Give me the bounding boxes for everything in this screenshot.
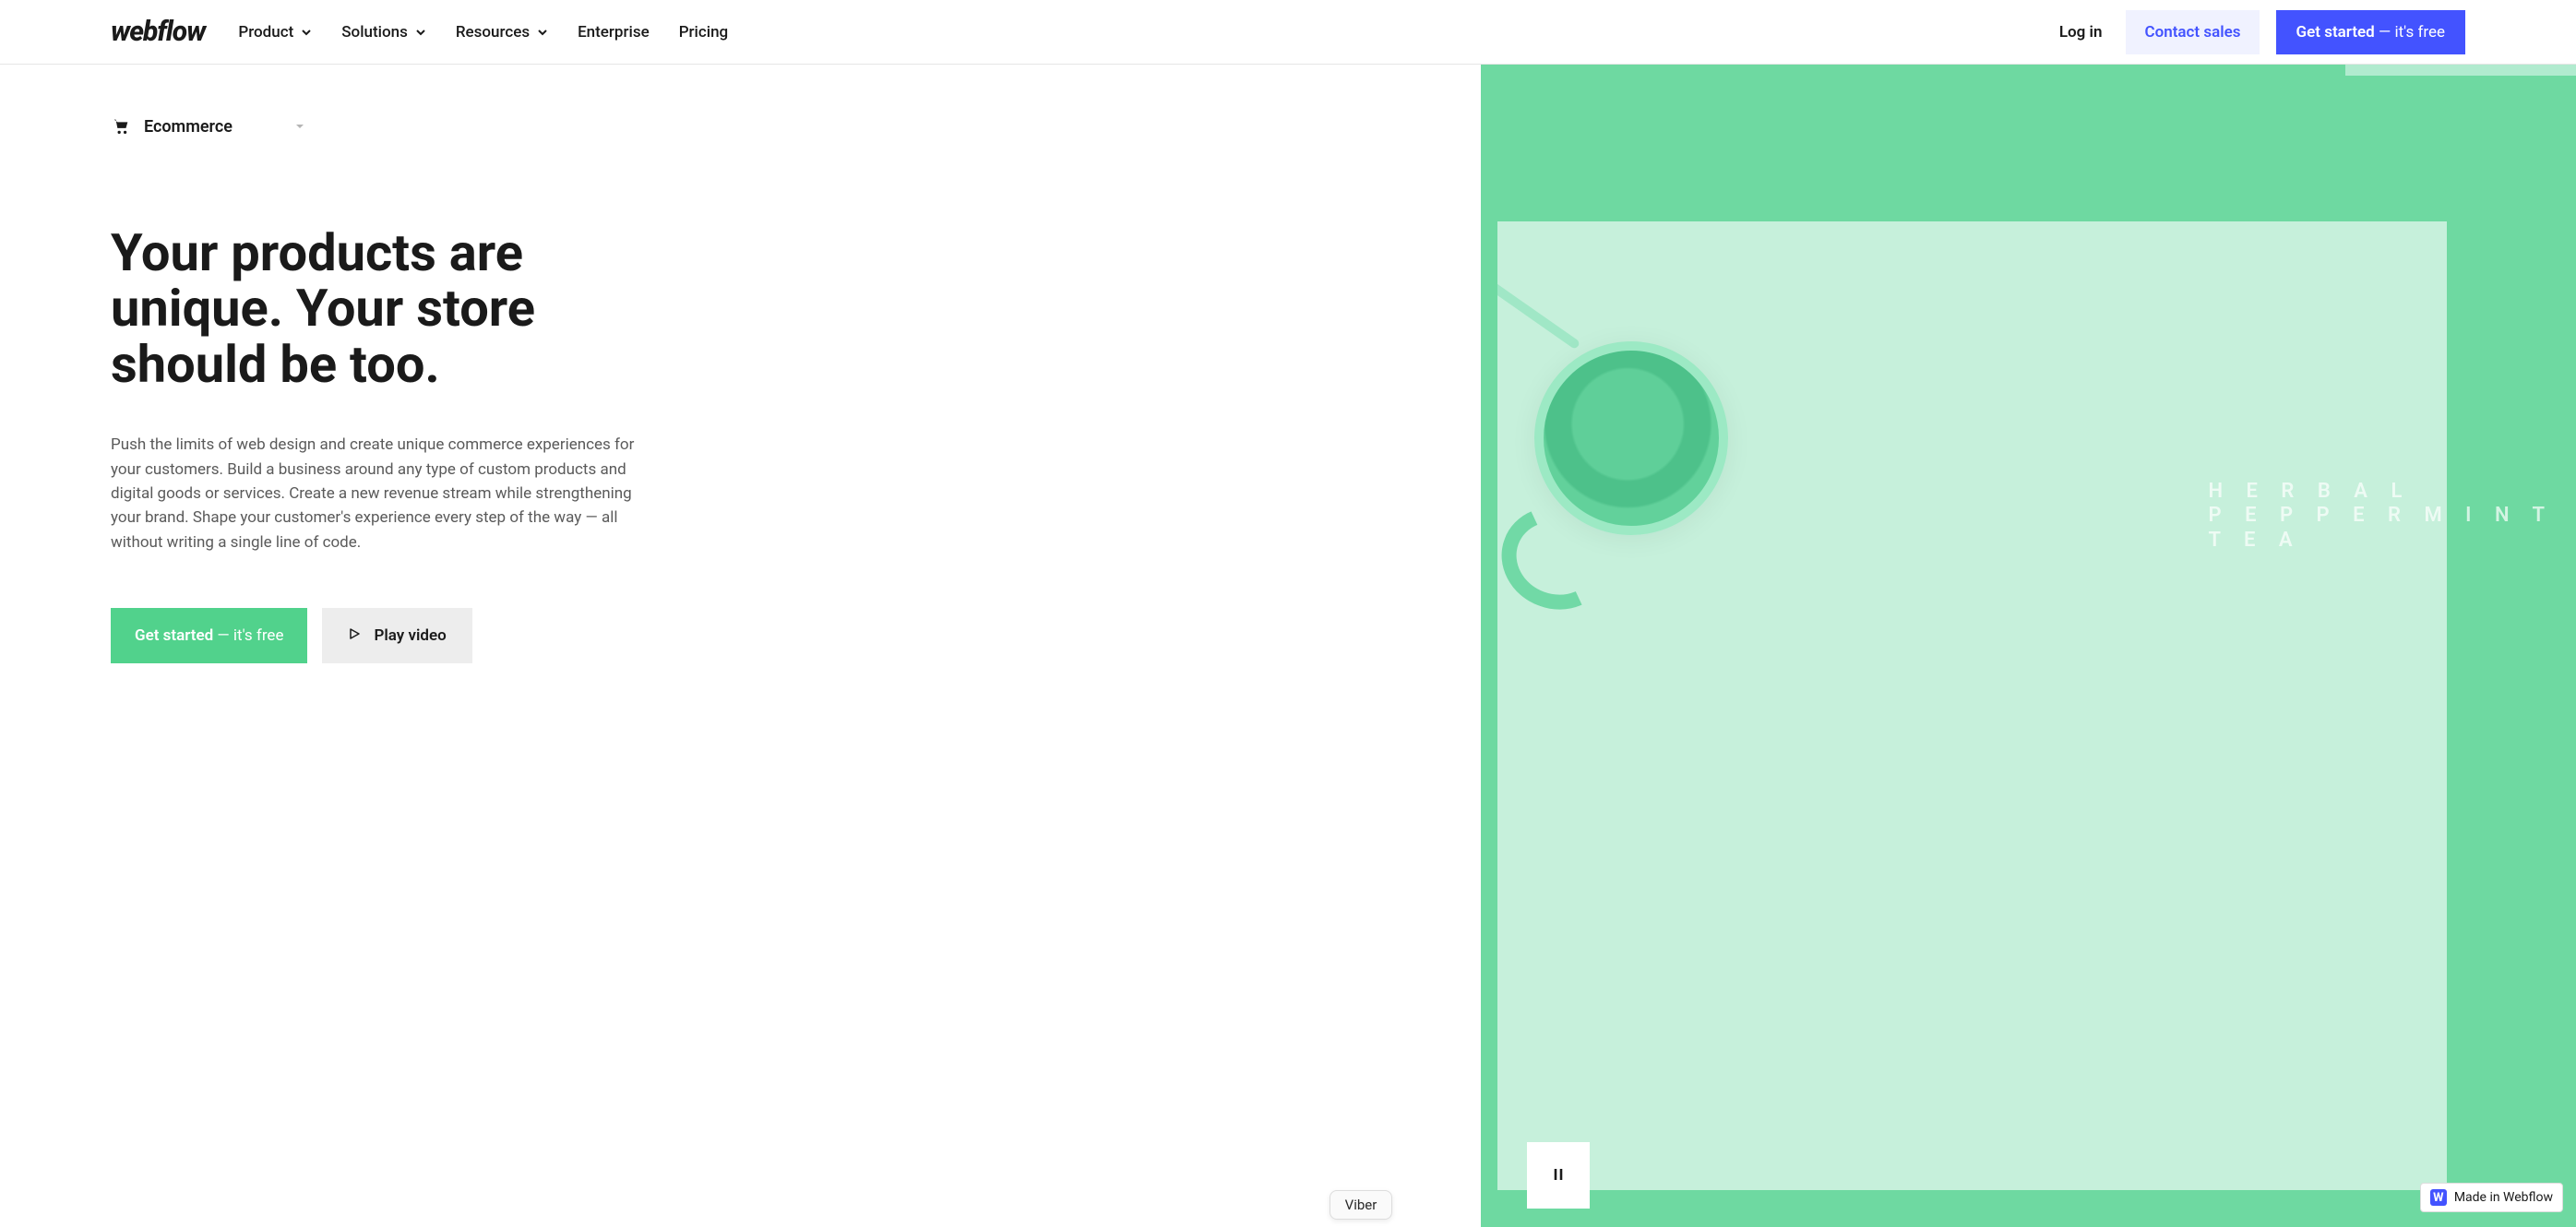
login-link[interactable]: Log in — [2052, 14, 2110, 51]
spoon-graphic — [1497, 268, 1580, 350]
viber-tooltip: Viber — [1330, 1190, 1393, 1220]
webflow-badge-icon: W — [2430, 1189, 2447, 1206]
chevron-down-icon — [301, 27, 312, 38]
logo[interactable]: webflow — [111, 16, 205, 48]
made-in-webflow-badge[interactable]: W Made in Webflow — [2420, 1183, 2563, 1212]
cta-row: Get started — it's free Play video — [111, 608, 1425, 663]
nav-links: Product Solutions Resources — [238, 23, 728, 42]
cta-suffix: — it's free — [213, 626, 283, 645]
chevron-down-icon — [415, 27, 426, 38]
hero-accent-band — [2345, 65, 2576, 76]
nav-item-pricing[interactable]: Pricing — [679, 23, 729, 42]
play-video-label: Play video — [374, 626, 446, 645]
hero-art-line: H E R B A L — [2209, 480, 2412, 503]
hero-card — [1497, 221, 2447, 1190]
category-label: Ecommerce — [144, 117, 282, 137]
hero-art-line: T E A — [2209, 529, 2302, 552]
nav-item-resources[interactable]: Resources — [456, 23, 548, 42]
cup-graphic — [1534, 341, 1728, 535]
nav-item-label: Solutions — [341, 23, 408, 42]
pause-button[interactable] — [1527, 1142, 1590, 1209]
cart-icon — [111, 116, 131, 137]
hero-headline: Your products are unique. Your store sho… — [111, 225, 627, 392]
made-in-label: Made in Webflow — [2454, 1190, 2553, 1205]
pause-icon — [1553, 1164, 1564, 1186]
category-selector[interactable]: Ecommerce — [111, 111, 304, 142]
nav-item-label: Product — [238, 23, 293, 42]
hero-art-line: P E P P E R M I N T — [2209, 504, 2554, 527]
contact-sales-button[interactable]: Contact sales — [2126, 10, 2259, 54]
nav-item-enterprise[interactable]: Enterprise — [578, 23, 650, 42]
chevron-down-icon — [537, 27, 548, 38]
cta-label: Get started — [135, 626, 213, 645]
nav-right: Log in Contact sales Get started — it's … — [2052, 10, 2465, 54]
play-icon — [348, 626, 361, 645]
get-started-nav-button[interactable]: Get started — it's free — [2276, 10, 2465, 54]
hero-subhead: Push the limits of web design and create… — [111, 433, 646, 554]
get-started-label: Get started — [2296, 23, 2375, 42]
top-nav: webflow Product Solutions Resources — [0, 0, 2576, 65]
nav-item-label: Resources — [456, 23, 530, 42]
hero-art-text: H E R B A L P E P P E R M I N T T E A — [2209, 480, 2554, 553]
nav-item-product[interactable]: Product — [238, 23, 312, 42]
get-started-hero-button[interactable]: Get started — it's free — [111, 608, 307, 663]
left-column: Ecommerce Your products are unique. Your… — [0, 65, 1481, 1227]
nav-item-solutions[interactable]: Solutions — [341, 23, 426, 42]
hero-art: H E R B A L P E P P E R M I N T T E A — [1481, 65, 2576, 1227]
nav-item-label: Pricing — [679, 23, 729, 42]
get-started-suffix: — it's free — [2375, 23, 2445, 42]
play-video-button[interactable]: Play video — [322, 608, 471, 663]
nav-left: webflow Product Solutions Resources — [111, 16, 728, 48]
caret-down-icon — [295, 122, 304, 131]
main: Ecommerce Your products are unique. Your… — [0, 65, 2576, 1227]
nav-item-label: Enterprise — [578, 23, 650, 42]
